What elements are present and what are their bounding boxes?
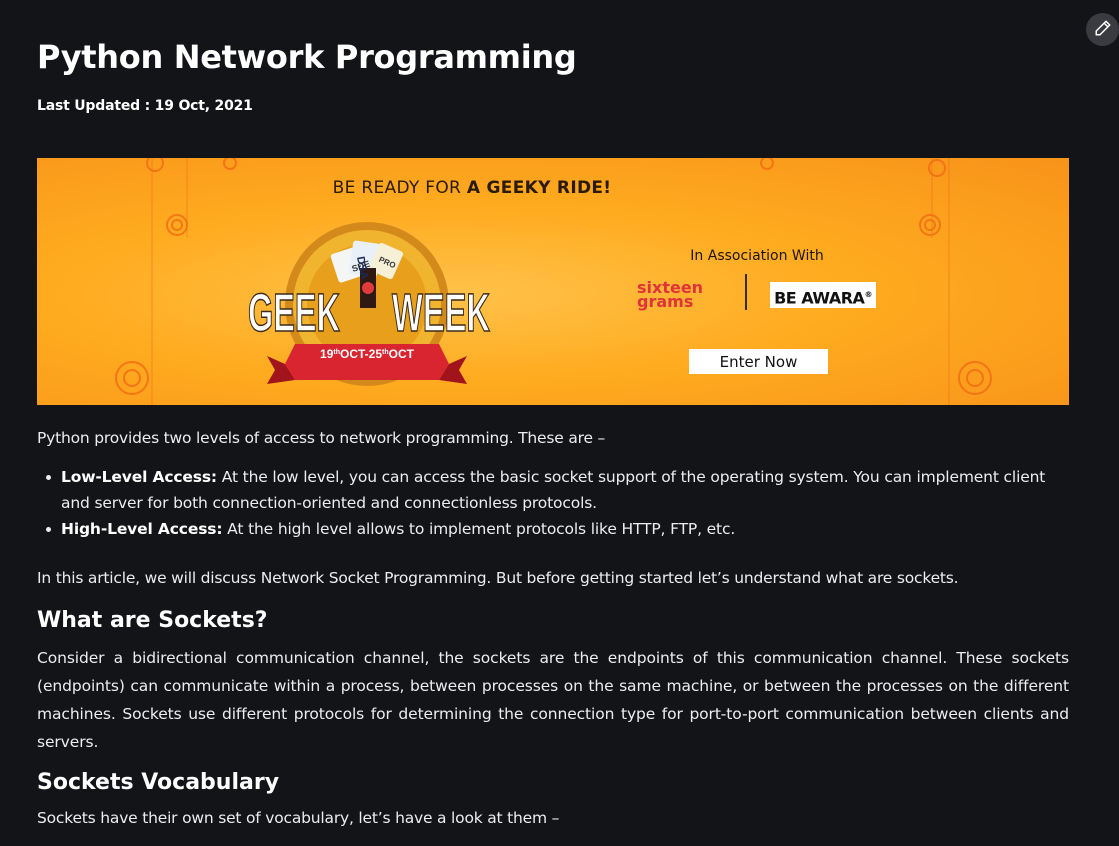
page-title: Python Network Programming (37, 38, 577, 76)
section-heading-vocabulary: Sockets Vocabulary (37, 770, 280, 795)
list-item: Low-Level Access: At the low level, you … (46, 464, 1069, 516)
list-term: Low-Level Access: (61, 468, 217, 486)
enter-now-button[interactable]: Enter Now (689, 349, 828, 374)
list-item: High-Level Access: At the high level all… (46, 516, 1069, 542)
article-paragraph: Sockets have their own set of vocabulary… (37, 809, 560, 827)
geek-week-banner[interactable]: GEEK WEEK SDE DSA PRO 19thOCT-25thOCT BE… (37, 158, 1069, 405)
be-awara-logo: BE AWARA® (770, 282, 876, 308)
edit-button[interactable] (1086, 13, 1119, 46)
pencil-icon (1094, 19, 1112, 41)
association-label: In Association With (690, 248, 824, 264)
list-text: At the high level allows to implement pr… (222, 520, 736, 538)
article-paragraph: Consider a bidirectional communication c… (37, 649, 1069, 751)
last-updated: Last Updated : 19 Oct, 2021 (37, 98, 253, 114)
access-levels-list: Low-Level Access: At the low level, you … (37, 464, 1069, 542)
intro-paragraph: Python provides two levels of access to … (37, 429, 606, 447)
sponsor-divider (745, 274, 747, 310)
section-heading-sockets: What are Sockets? (37, 608, 268, 633)
banner-headline: BE READY FOR A GEEKY RIDE! (332, 178, 612, 198)
article-paragraph: In this article, we will discuss Network… (37, 569, 959, 587)
sixteen-grams-logo: sixteen grams (637, 278, 704, 311)
list-term: High-Level Access: (61, 520, 223, 538)
